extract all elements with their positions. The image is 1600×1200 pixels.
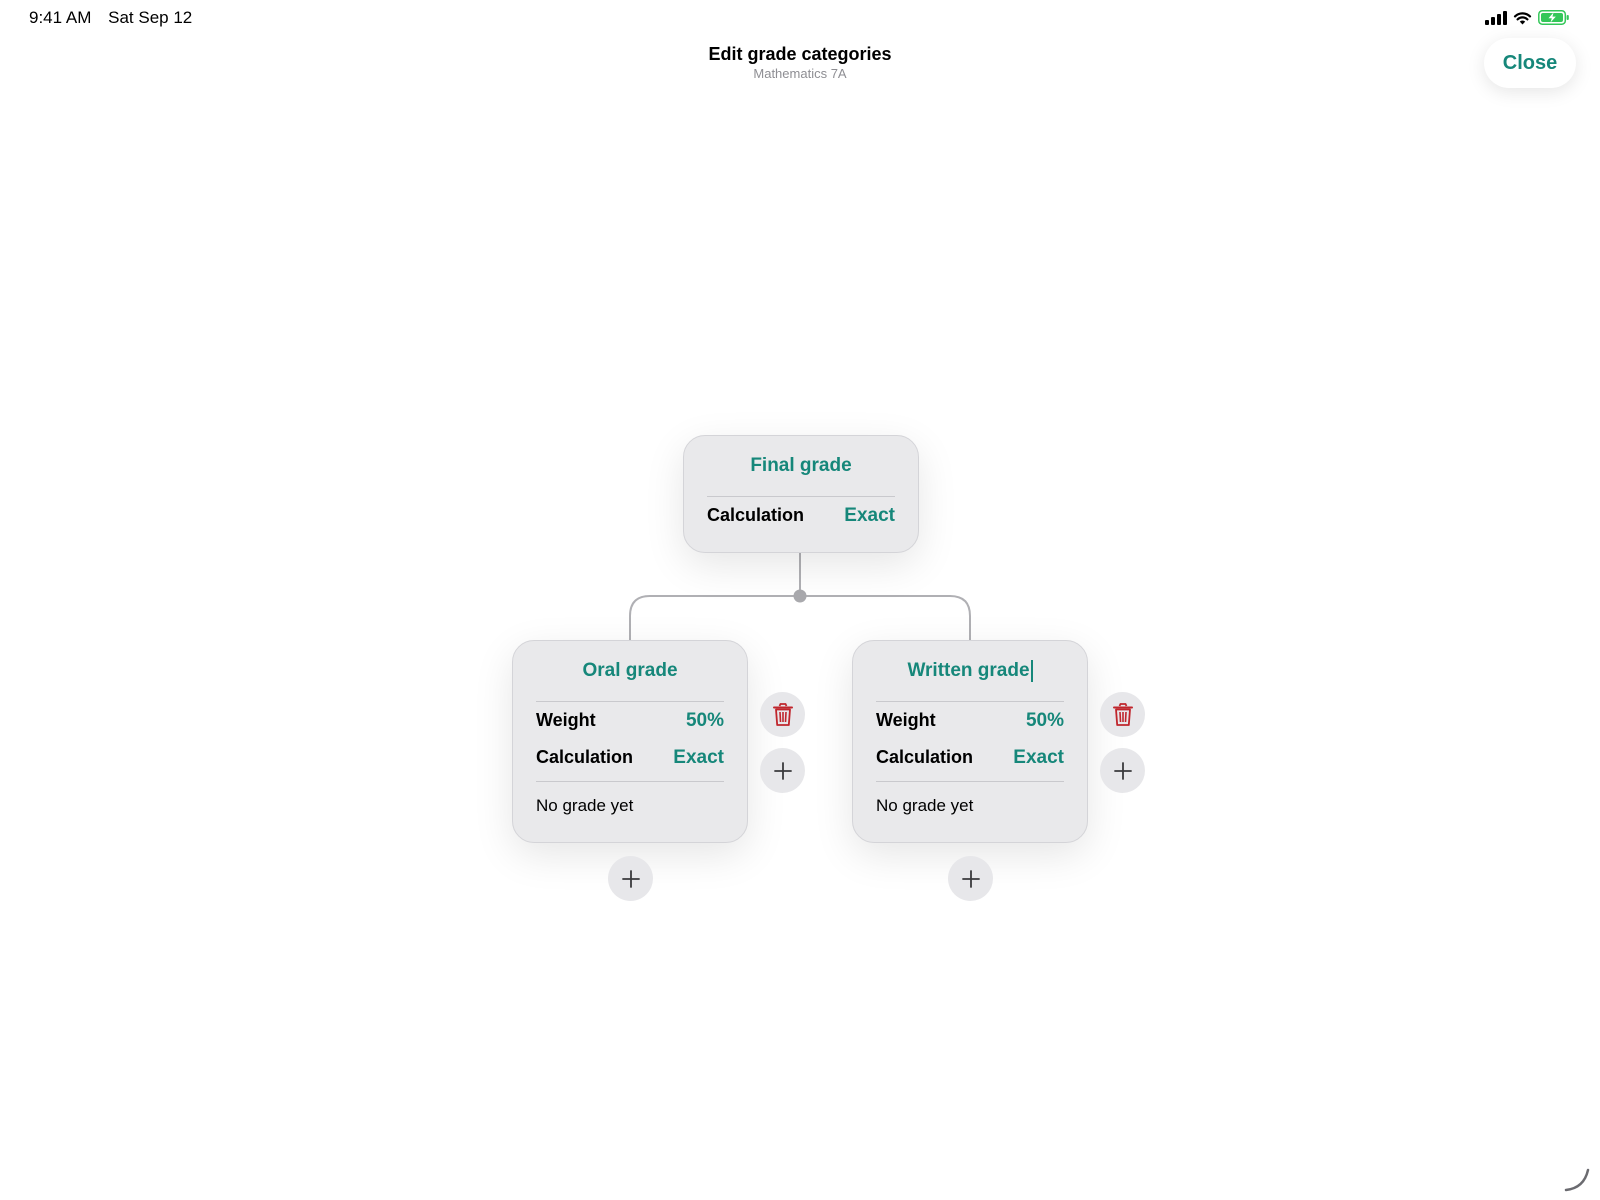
- delete-oral-grade-button[interactable]: [760, 692, 805, 737]
- close-button[interactable]: Close: [1484, 38, 1576, 88]
- trash-icon: [772, 702, 793, 726]
- plus-icon: [961, 869, 980, 888]
- battery-charging-icon: [1538, 10, 1569, 25]
- add-child-oral-button[interactable]: [608, 856, 653, 901]
- plus-icon: [1113, 761, 1132, 780]
- calculation-value-picker[interactable]: Exact: [844, 505, 895, 527]
- weight-label: Weight: [876, 710, 936, 730]
- weight-value-picker[interactable]: 50%: [1026, 710, 1064, 732]
- oral-grade-card[interactable]: Oral grade Weight 50% Calculation Exact …: [512, 640, 748, 843]
- calculation-label: Calculation: [536, 747, 634, 767]
- written-grade-title-field[interactable]: Written grade: [876, 641, 1064, 702]
- weight-value-picker[interactable]: 50%: [686, 710, 724, 732]
- page-title: Edit grade categories: [708, 44, 892, 64]
- status-date: Sat Sep 12: [108, 8, 193, 27]
- final-grade-card[interactable]: Final grade Calculation Exact: [683, 435, 919, 553]
- add-sibling-oral-button[interactable]: [760, 748, 805, 793]
- plus-icon: [773, 761, 792, 780]
- oral-grade-calculation-row: Calculation Exact: [536, 739, 724, 776]
- resize-corner-icon: [1564, 1168, 1590, 1192]
- status-bar-clock: 9:41 AM Sat Sep 12: [29, 8, 204, 28]
- add-sibling-written-button[interactable]: [1100, 748, 1145, 793]
- weight-label: Weight: [536, 710, 596, 730]
- oral-grade-status: No grade yet: [536, 781, 724, 830]
- written-grade-calculation-row: Calculation Exact: [876, 739, 1064, 776]
- written-grade-title-text: Written grade: [907, 660, 1030, 681]
- page-subtitle: Mathematics 7A: [753, 66, 847, 81]
- wifi-icon: [1513, 11, 1532, 24]
- delete-written-grade-button[interactable]: [1100, 692, 1145, 737]
- trash-icon: [1112, 702, 1133, 726]
- cellular-signal-icon: [1485, 10, 1507, 25]
- final-grade-calculation-row: Calculation Exact: [707, 497, 895, 534]
- text-cursor: [1030, 660, 1033, 682]
- oral-grade-weight-row: Weight 50%: [536, 702, 724, 739]
- calculation-label: Calculation: [876, 747, 974, 767]
- connector-junction-dot: [793, 589, 807, 603]
- plus-icon: [621, 869, 640, 888]
- connector-branch-left: [629, 595, 800, 640]
- oral-grade-title[interactable]: Oral grade: [536, 641, 724, 702]
- add-child-written-button[interactable]: [948, 856, 993, 901]
- calculation-label: Calculation: [707, 505, 805, 525]
- calculation-value-picker[interactable]: Exact: [1013, 747, 1064, 769]
- connector-branch-right: [800, 595, 971, 640]
- written-grade-status: No grade yet: [876, 781, 1064, 830]
- written-grade-weight-row: Weight 50%: [876, 702, 1064, 739]
- written-grade-card[interactable]: Written grade Weight 50% Calculation Exa…: [852, 640, 1088, 843]
- calculation-value-picker[interactable]: Exact: [673, 747, 724, 769]
- status-time: 9:41 AM: [29, 8, 92, 27]
- status-bar-icons: [1485, 10, 1570, 25]
- final-grade-title[interactable]: Final grade: [707, 436, 895, 497]
- tree-connectors: [629, 553, 971, 640]
- edit-grade-categories-screen: 9:41 AM Sat Sep 12 Edit grade categories…: [0, 0, 1600, 1200]
